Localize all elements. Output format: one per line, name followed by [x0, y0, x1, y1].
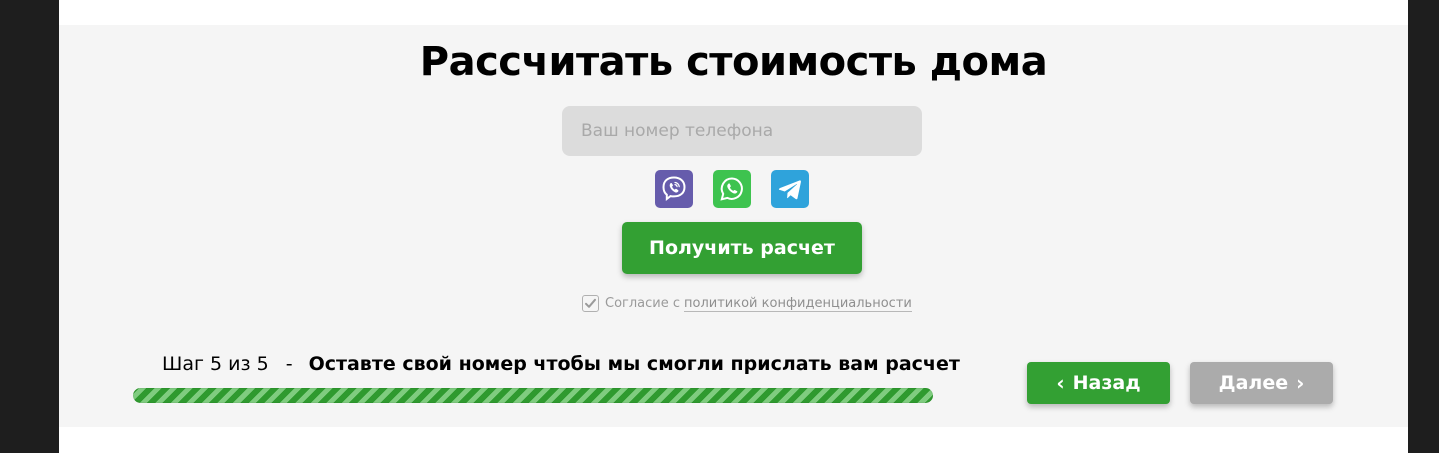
page-title: Рассчитать стоимость дома [419, 39, 1048, 85]
checkmark-icon [585, 298, 596, 308]
chevron-right-icon: › [1296, 371, 1305, 395]
back-button-label: Назад [1072, 372, 1141, 394]
step-description: Оставте свой номер чтобы мы смогли присл… [308, 353, 960, 375]
step-counter: Шаг 5 из 5 [162, 353, 269, 375]
privacy-policy-link[interactable]: политикой конфиденциальности [684, 296, 912, 312]
consent-label: Согласие с [605, 296, 681, 311]
progress-fill [133, 388, 933, 403]
step-indicator: Шаг 5 из 5 - Оставте свой номер чтобы мы… [162, 353, 960, 375]
quiz-panel: Рассчитать стоимость дома Ваш номер теле… [59, 25, 1408, 427]
phone-input[interactable] [562, 106, 922, 156]
whatsapp-icon[interactable] [713, 170, 751, 208]
back-button[interactable]: ‹ Назад [1027, 362, 1170, 404]
telegram-icon[interactable] [771, 170, 809, 208]
consent-row: Согласие с политикой конфиденциальности [582, 295, 912, 312]
consent-checkbox[interactable] [582, 295, 599, 312]
messenger-list [655, 170, 809, 208]
next-button[interactable]: Далее › [1190, 362, 1333, 404]
chevron-left-icon: ‹ [1056, 371, 1065, 395]
page: Рассчитать стоимость дома Ваш номер теле… [59, 0, 1408, 453]
viber-icon[interactable] [655, 170, 693, 208]
progress-bar [133, 388, 933, 403]
step-separator: - [285, 353, 293, 375]
next-button-label: Далее [1218, 372, 1289, 394]
get-estimate-button[interactable]: Получить расчет [622, 222, 862, 274]
